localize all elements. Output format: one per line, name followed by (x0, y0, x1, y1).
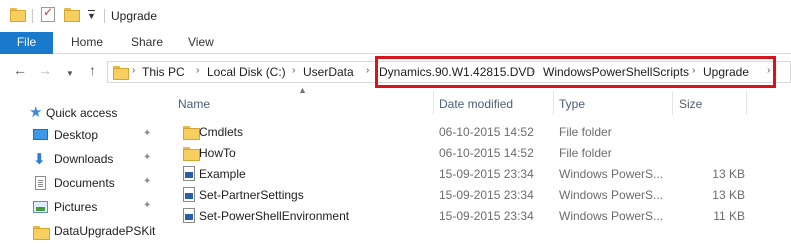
pin-icon[interactable]: ✦ (143, 128, 151, 139)
forward-arrow-icon[interactable]: → (38, 63, 52, 77)
file-date: 06-10-2015 14:52 (439, 125, 534, 139)
breadcrumb-separator[interactable]: › (767, 65, 770, 76)
nav-item-pictures[interactable]: Pictures ✦ (0, 196, 165, 218)
file-date: 15-09-2015 23:34 (439, 188, 534, 202)
nav-item-label: Pictures (54, 200, 98, 214)
file-size: 11 KB (713, 209, 745, 223)
title-divider (104, 9, 105, 23)
nav-item-documents[interactable]: Documents ✦ (0, 172, 165, 194)
file-row[interactable]: HowTo 06-10-2015 14:52 File folder (165, 142, 791, 163)
column-divider[interactable] (672, 91, 673, 115)
breadcrumb-dynamics-dvd[interactable]: Dynamics.90.W1.42815.DVD (379, 65, 535, 79)
nav-item-label: Documents (54, 176, 115, 190)
chevron-down-icon[interactable]: ▼ (87, 11, 96, 21)
nav-item-desktop[interactable]: Desktop ✦ (0, 124, 165, 146)
pin-icon[interactable]: ✦ (143, 176, 151, 187)
pin-icon[interactable]: ✦ (143, 152, 151, 163)
file-type: File folder (559, 146, 612, 160)
file-name: Cmdlets (199, 125, 244, 139)
navigation-pane: ★ Quick access Desktop ✦ ⬇ Downloads ✦ D… (0, 88, 165, 246)
recent-locations-chevron-icon[interactable]: ▼ (66, 67, 74, 81)
file-row[interactable]: Set-PartnerSettings 15-09-2015 23:34 Win… (165, 184, 791, 205)
download-icon: ⬇ (33, 151, 46, 168)
file-list: ▲ Name Date modified Type Size Cmdlets 0… (165, 85, 791, 246)
file-type: Windows PowerS... (559, 209, 664, 223)
sort-ascending-icon: ▲ (298, 85, 307, 95)
properties-icon[interactable]: ✓ (41, 5, 55, 22)
breadcrumb-separator[interactable]: › (692, 65, 695, 76)
nav-item-label: Downloads (54, 152, 114, 166)
column-divider[interactable] (553, 91, 554, 115)
powershell-script-icon (183, 187, 195, 202)
powershell-script-icon (183, 208, 195, 223)
folder-icon (183, 126, 200, 140)
breadcrumb-separator[interactable]: › (132, 65, 135, 76)
file-type: File folder (559, 125, 612, 139)
file-date: 06-10-2015 14:52 (439, 146, 534, 160)
breadcrumb-local-disk[interactable]: Local Disk (C:) (207, 65, 286, 79)
breadcrumb-userdata[interactable]: UserData (303, 65, 354, 79)
breadcrumb-this-pc[interactable]: This PC (142, 65, 185, 79)
powershell-script-icon (183, 166, 195, 181)
breadcrumb-upgrade[interactable]: Upgrade (703, 65, 749, 79)
file-size: 13 KB (712, 188, 745, 202)
file-name: Set-PowerShellEnvironment (199, 209, 350, 223)
file-name: Set-PartnerSettings (199, 188, 304, 202)
file-type: Windows PowerS... (559, 188, 664, 202)
column-divider[interactable] (433, 91, 434, 115)
breadcrumb-separator[interactable]: › (196, 65, 199, 76)
address-bar[interactable]: › This PC › Local Disk (C:) › UserData ›… (107, 61, 791, 83)
nav-item-downloads[interactable]: ⬇ Downloads ✦ (0, 148, 165, 170)
title-bar: ✓ ▼ Upgrade (0, 0, 791, 32)
file-row[interactable]: Cmdlets 06-10-2015 14:52 File folder (165, 121, 791, 142)
breadcrumb-separator[interactable]: › (366, 65, 369, 76)
nav-item-label: Desktop (54, 128, 99, 142)
file-row[interactable]: Example 15-09-2015 23:34 Windows PowerS.… (165, 163, 791, 184)
back-arrow-icon[interactable]: ← (13, 63, 27, 77)
pictures-icon (33, 201, 48, 213)
navigation-bar: ← → ▼ ↑ › This PC › Local Disk (C:) › Us… (0, 54, 791, 88)
file-row[interactable]: Set-PowerShellEnvironment 15-09-2015 23:… (165, 205, 791, 226)
file-date: 15-09-2015 23:34 (439, 209, 534, 223)
tab-share[interactable]: Share (131, 32, 163, 54)
desktop-icon (33, 129, 48, 140)
column-header-type[interactable]: Type (559, 97, 585, 111)
breadcrumb-separator[interactable]: › (531, 65, 534, 76)
column-header-date-modified[interactable]: Date modified (439, 97, 513, 111)
nav-item-dataupgradepskit[interactable]: DataUpgradePSKit (0, 220, 165, 242)
nav-item-label: DataUpgradePSKit (54, 224, 156, 238)
folder-icon (113, 66, 129, 80)
tab-home[interactable]: Home (71, 32, 103, 54)
folder-icon (33, 226, 50, 240)
column-header-size[interactable]: Size (679, 97, 702, 111)
tab-view[interactable]: View (188, 32, 214, 54)
ribbon: File Home Share View (0, 32, 791, 54)
breadcrumb-powershell-scripts[interactable]: WindowsPowerShellScripts (543, 65, 689, 79)
star-icon: ★ (29, 104, 43, 121)
window-title: Upgrade (111, 9, 158, 23)
folder-icon (183, 147, 200, 161)
folder-icon (10, 8, 26, 22)
pin-icon[interactable]: ✦ (143, 200, 151, 211)
file-name: Example (199, 167, 246, 181)
up-arrow-icon[interactable]: ↑ (89, 63, 96, 77)
breadcrumb-separator[interactable]: › (292, 65, 295, 76)
toolbar-divider (32, 9, 33, 23)
file-size: 13 KB (712, 167, 745, 181)
tab-file[interactable]: File (0, 32, 53, 54)
nav-item-quick-access[interactable]: ★ Quick access (0, 102, 165, 124)
file-name: HowTo (199, 146, 236, 160)
new-folder-icon[interactable] (64, 8, 80, 22)
column-header-name[interactable]: Name (178, 97, 210, 111)
file-type: Windows PowerS... (559, 167, 664, 181)
file-date: 15-09-2015 23:34 (439, 167, 534, 181)
column-divider[interactable] (746, 91, 747, 115)
nav-item-label: Quick access (46, 106, 118, 120)
documents-icon (35, 176, 46, 190)
